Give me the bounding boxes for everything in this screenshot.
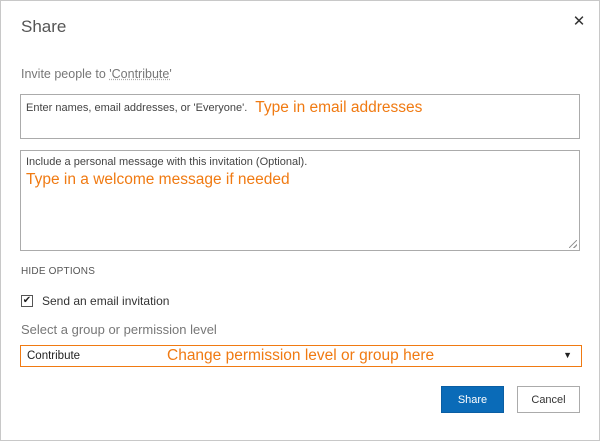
invite-prefix: Invite people to bbox=[21, 67, 110, 81]
resize-grip-icon[interactable] bbox=[569, 240, 577, 248]
hide-options-link[interactable]: HIDE OPTIONS bbox=[21, 266, 95, 277]
chevron-down-icon[interactable]: ▼ bbox=[563, 350, 572, 360]
permission-annotation: Change permission level or group here bbox=[167, 347, 435, 364]
message-placeholder: Include a personal message with this inv… bbox=[26, 156, 308, 168]
close-icon[interactable]: ✕ bbox=[569, 11, 589, 31]
permission-label: Select a group or permission level bbox=[21, 322, 217, 337]
permission-select[interactable]: Contribute Change permission level or gr… bbox=[20, 345, 582, 367]
share-dialog: Share ✕ Invite people to 'Contribute' En… bbox=[0, 0, 600, 441]
dialog-title: Share bbox=[21, 17, 67, 36]
invite-site-name: 'Contribute' bbox=[109, 67, 172, 81]
names-annotation: Type in email addresses bbox=[255, 99, 423, 116]
share-button[interactable]: Share bbox=[441, 386, 504, 413]
names-input[interactable]: Enter names, email addresses, or 'Everyo… bbox=[20, 94, 580, 139]
send-email-checkbox[interactable]: ✔ bbox=[21, 295, 33, 307]
cancel-button[interactable]: Cancel bbox=[517, 386, 580, 413]
send-email-row[interactable]: ✔ Send an email invitation bbox=[21, 293, 169, 309]
permission-value: Contribute bbox=[27, 350, 81, 362]
names-placeholder: Enter names, email addresses, or 'Everyo… bbox=[26, 102, 248, 114]
message-annotation: Type in a welcome message if needed bbox=[26, 171, 290, 188]
message-textarea[interactable]: Include a personal message with this inv… bbox=[20, 150, 580, 251]
invite-label: Invite people to 'Contribute' bbox=[21, 67, 172, 81]
send-email-label: Send an email invitation bbox=[42, 294, 170, 308]
